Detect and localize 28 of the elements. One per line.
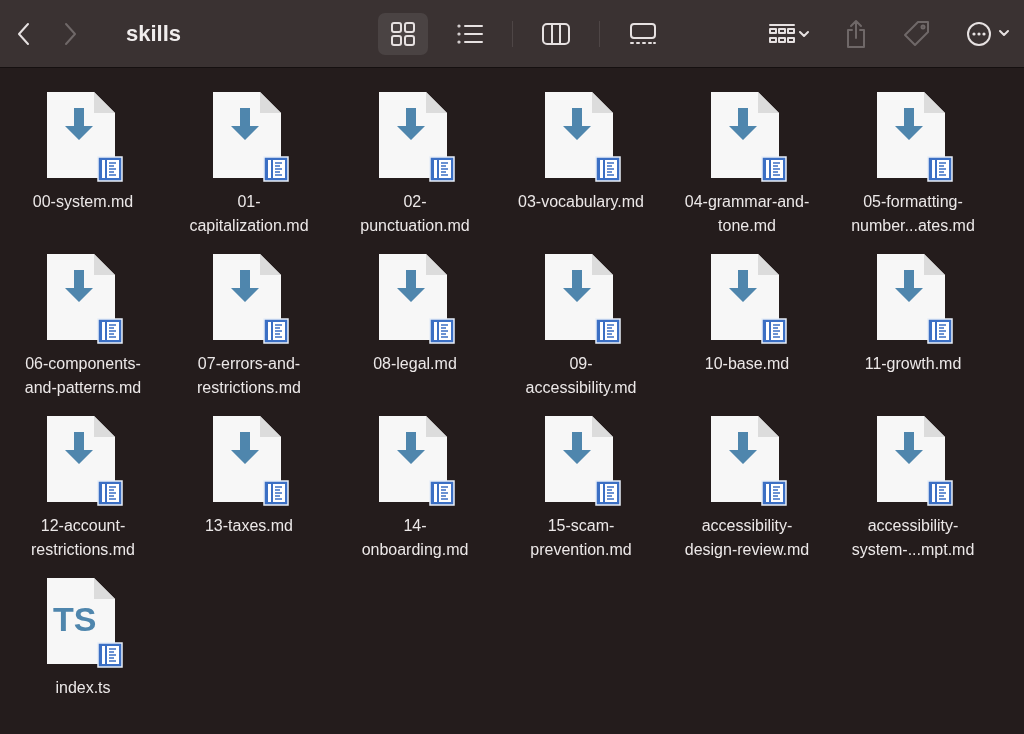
gallery-icon [628,21,658,46]
file-name[interactable]: 14-onboarding.md [350,514,480,562]
file-name[interactable]: 01-capitalization.md [184,190,314,238]
file-name[interactable]: accessibility-system-...mpt.md [848,514,978,562]
file-name[interactable]: 11-growth.md [848,352,978,376]
grid-icon [390,20,416,47]
file-name[interactable]: accessibility-design-review.md [682,514,812,562]
file-name[interactable]: 12-account-restrictions.md [18,514,148,562]
tag-icon [902,18,932,49]
folder-title: skills [126,20,182,48]
file-name[interactable]: 07-errors-and-restrictions.md [184,352,314,400]
grouping-icon [768,21,810,46]
file-name[interactable]: 15-scam-prevention.md [516,514,646,562]
file-name[interactable]: 08-legal.md [350,352,480,376]
file-name[interactable]: 10-base.md [682,352,812,376]
file-name[interactable]: 02-punctuation.md [350,190,480,238]
file-name[interactable]: 13-taxes.md [184,514,314,538]
file-name[interactable]: 05-formatting-number...ates.md [848,190,978,238]
columns-icon [541,21,571,46]
file-name[interactable]: 06-components-and-patterns.md [18,352,148,400]
file-name[interactable]: 09-accessibility.md [516,352,646,400]
file-name[interactable]: 04-grammar-and-tone.md [682,190,812,238]
file-name[interactable]: index.ts [18,676,148,700]
more-icon [966,19,1010,48]
share-icon [844,18,868,49]
file-name[interactable]: 03-vocabulary.md [516,190,646,214]
grid-button[interactable] [378,12,428,55]
file-name[interactable]: 00-system.md [18,190,148,214]
